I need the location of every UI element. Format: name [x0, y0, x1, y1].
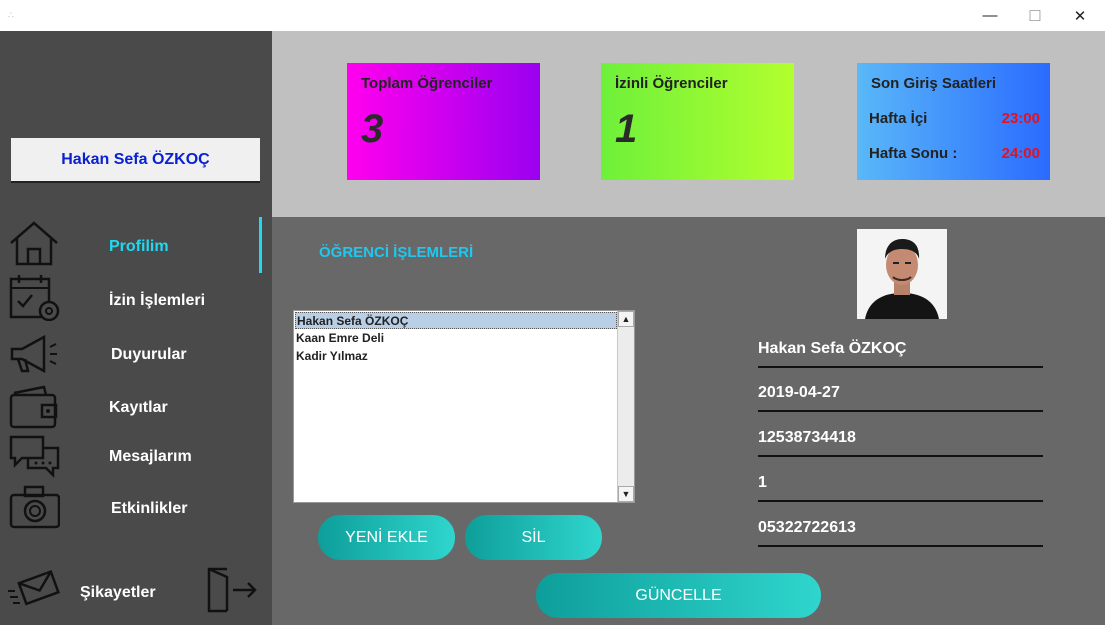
total-students-card: Toplam Öğrenciler 3 — [347, 63, 540, 180]
profile-photo — [857, 229, 947, 319]
list-item[interactable]: Kaan Emre Deli — [295, 330, 618, 347]
phone-field[interactable]: 05322722613 — [758, 515, 1043, 547]
student-list[interactable]: Hakan Sefa ÖZKOÇ Kaan Emre Deli Kadir Yı… — [293, 310, 635, 503]
name-field[interactable]: Hakan Sefa ÖZKOÇ — [758, 336, 1043, 368]
sidebar-item-complaints[interactable]: Şikayetler — [80, 584, 156, 602]
permitted-students-card: İzinli Öğrenciler 1 — [601, 63, 794, 180]
section-title: ÖĞRENCİ İŞLEMLERİ — [319, 244, 474, 261]
permitted-students-value: 1 — [615, 107, 638, 151]
camera-icon — [9, 485, 60, 529]
sidebar-user-name: Hakan Sefa ÖZKOÇ — [11, 138, 260, 183]
update-button[interactable]: GÜNCELLE — [536, 573, 821, 618]
login-hours-card: Son Giriş Saatleri Hafta İçi 23:00 Hafta… — [857, 63, 1050, 180]
title-bar: ∴ — ☐ ✕ — [0, 0, 1105, 31]
total-students-value: 3 — [361, 107, 384, 151]
delete-button[interactable]: SİL — [465, 515, 602, 560]
weekday-label: Hafta İçi — [869, 110, 928, 127]
app-icon: ∴ — [8, 10, 14, 20]
envelope-icon — [8, 569, 60, 606]
sidebar-item-events[interactable]: Etkinlikler — [111, 500, 187, 518]
active-indicator — [259, 217, 262, 273]
calendar-icon — [9, 275, 60, 321]
permitted-students-title: İzinli Öğrenciler — [615, 75, 728, 92]
sidebar: Hakan Sefa ÖZKOÇ Profilim İzin İşlemleri… — [0, 31, 272, 625]
sidebar-item-messages[interactable]: Mesajlarım — [109, 448, 192, 466]
sidebar-item-records[interactable]: Kayıtlar — [109, 399, 168, 417]
date-field[interactable]: 2019-04-27 — [758, 380, 1043, 412]
logout-door-icon[interactable] — [205, 565, 259, 615]
chat-icon — [9, 435, 60, 479]
sidebar-item-announcements[interactable]: Duyurular — [111, 346, 187, 364]
sidebar-item-profile[interactable]: Profilim — [109, 238, 169, 256]
list-item[interactable]: Kadir Yılmaz — [295, 348, 618, 365]
stats-panel: Toplam Öğrenciler 3 İzinli Öğrenciler 1 … — [272, 31, 1105, 217]
list-item[interactable]: Hakan Sefa ÖZKOÇ — [295, 312, 617, 329]
scroll-down-icon[interactable]: ▼ — [618, 486, 634, 502]
list-scrollbar[interactable]: ▲ ▼ — [617, 311, 634, 502]
close-button[interactable]: ✕ — [1057, 0, 1103, 31]
id-number-field[interactable]: 12538734418 — [758, 425, 1043, 457]
wallet-icon — [9, 385, 58, 429]
megaphone-icon — [10, 334, 57, 374]
scroll-up-icon[interactable]: ▲ — [618, 311, 634, 327]
total-students-title: Toplam Öğrenciler — [361, 75, 493, 92]
minimize-button[interactable]: — — [967, 0, 1013, 31]
weekend-label: Hafta Sonu : — [869, 145, 958, 162]
weekday-value: 23:00 — [1001, 110, 1040, 127]
weekend-value: 24:00 — [1001, 145, 1040, 162]
login-hours-title: Son Giriş Saatleri — [871, 75, 997, 92]
main-panel: ÖĞRENCİ İŞLEMLERİ Hakan Sefa ÖZKOÇ Kaan … — [272, 217, 1105, 625]
class-field[interactable]: 1 — [758, 470, 1043, 502]
maximize-button[interactable]: ☐ — [1012, 0, 1058, 31]
home-icon — [10, 221, 58, 266]
sidebar-item-permissions[interactable]: İzin İşlemleri — [109, 292, 205, 310]
add-new-button[interactable]: YENİ EKLE — [318, 515, 455, 560]
